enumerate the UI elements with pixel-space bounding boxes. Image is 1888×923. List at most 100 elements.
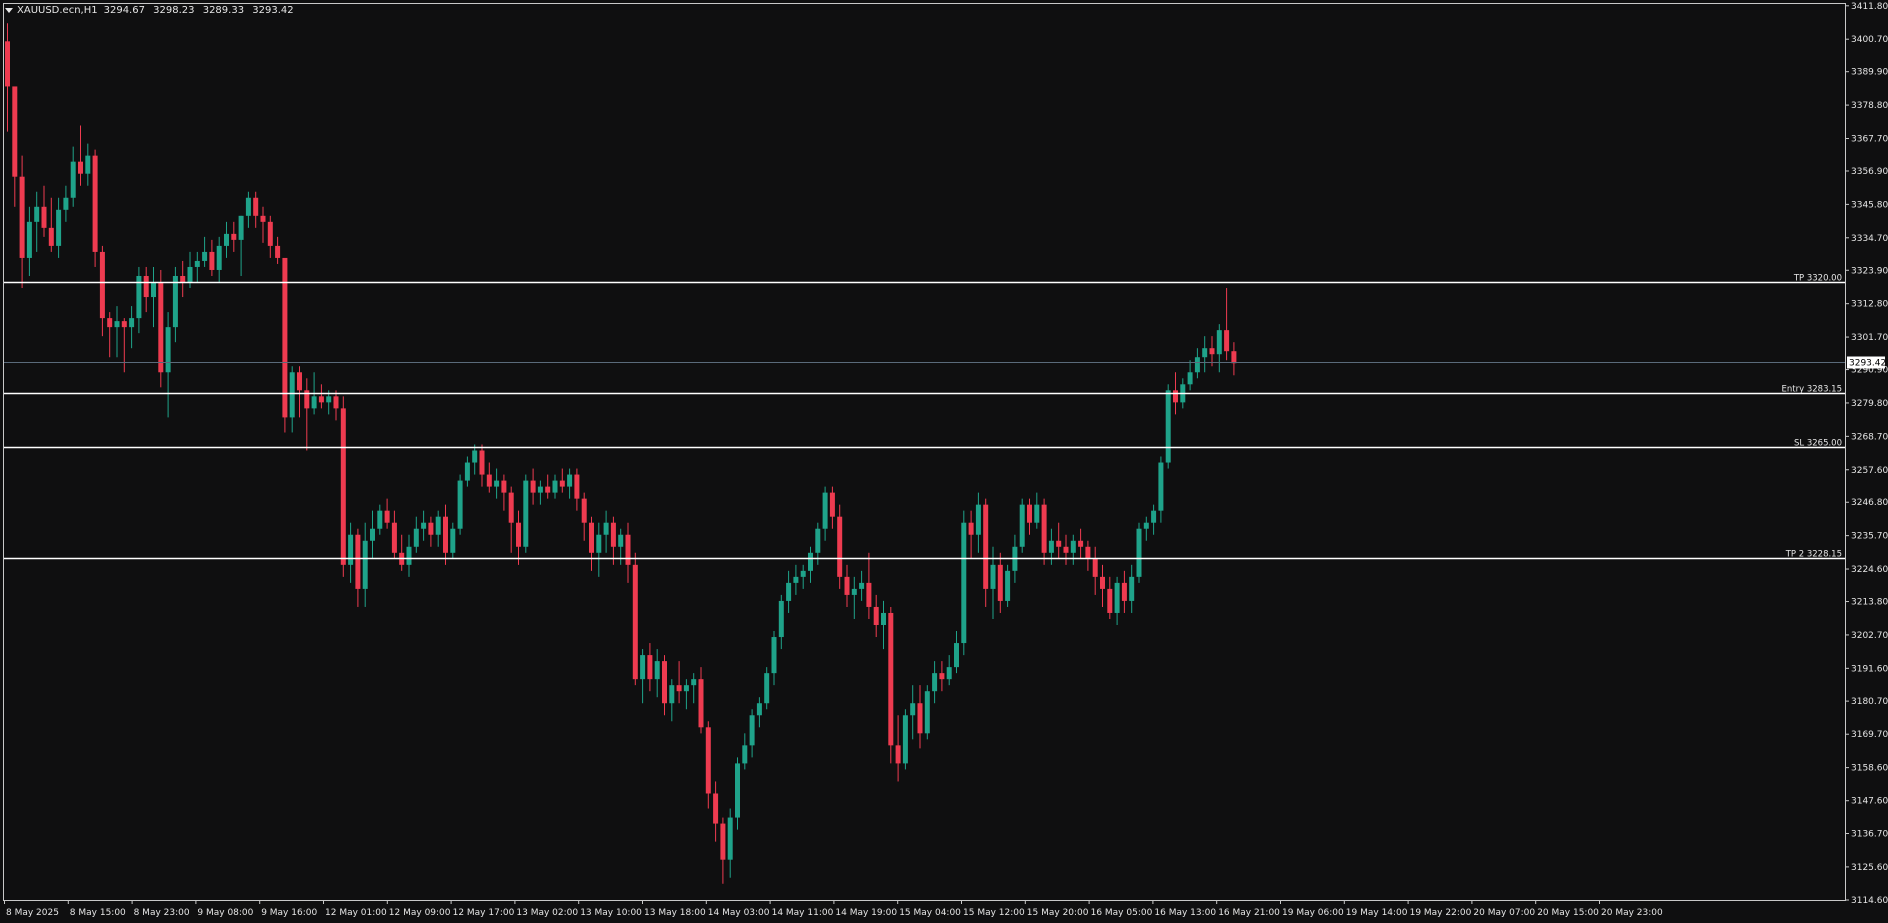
candle — [78, 125, 83, 186]
candle-body — [1165, 390, 1171, 463]
candle — [596, 522, 602, 577]
y-tick-label: 3191.60 — [1851, 664, 1888, 674]
candle-body — [1202, 348, 1208, 358]
candle — [348, 522, 354, 583]
candle-body — [1041, 504, 1047, 553]
candle — [1063, 534, 1069, 565]
candle — [304, 378, 310, 451]
candle — [333, 390, 339, 421]
candle — [1056, 522, 1062, 559]
candle — [1107, 576, 1113, 619]
candle — [202, 236, 208, 267]
candle — [70, 146, 76, 207]
candle-body — [705, 727, 711, 794]
candle — [516, 510, 521, 565]
candle — [895, 715, 901, 782]
candle — [114, 306, 120, 358]
x-tick-label: 15 May 20:00 — [1027, 908, 1089, 918]
candle — [990, 546, 996, 619]
candle — [1224, 288, 1230, 361]
candle — [443, 504, 448, 565]
candle — [713, 781, 719, 842]
candle — [26, 206, 32, 276]
candle-body — [808, 552, 813, 571]
candle-body — [632, 564, 638, 680]
candle-body — [260, 215, 266, 222]
candle-body — [333, 396, 339, 409]
chart-header: XAUUSD.ecn,H1 3294.67 3298.23 3289.33 32… — [5, 3, 299, 17]
candle-body — [406, 546, 412, 565]
y-tick-label: 3114.60 — [1851, 896, 1888, 906]
candle — [662, 655, 667, 716]
dropdown-triangle-icon[interactable] — [5, 7, 13, 13]
x-tick-label: 8 May 2025 — [6, 908, 59, 918]
candle-body — [866, 582, 872, 607]
y-tick-label: 3411.80 — [1851, 2, 1888, 12]
candle-body — [1100, 576, 1105, 589]
candle — [231, 221, 237, 252]
candle-body — [764, 673, 770, 704]
candle-body — [786, 582, 792, 601]
x-tick-label: 12 May 17:00 — [453, 908, 515, 918]
candle-body — [749, 715, 755, 746]
candle-body — [939, 673, 945, 680]
candle-body — [297, 372, 302, 391]
candle — [610, 516, 616, 565]
candle-body — [370, 528, 375, 541]
candle-body — [326, 396, 332, 403]
candle-body — [902, 715, 908, 764]
candle — [1092, 546, 1098, 595]
candle — [975, 492, 981, 553]
candle-body — [691, 679, 697, 686]
candle-body — [464, 462, 470, 481]
candle-body — [516, 522, 521, 547]
candle-body — [603, 522, 609, 535]
candle-body — [1056, 540, 1062, 547]
candle-body — [41, 206, 47, 228]
x-tick-label: 15 May 04:00 — [899, 908, 961, 918]
y-tick-label: 3345.80 — [1851, 200, 1888, 210]
candle-body — [559, 480, 565, 487]
candle-body — [34, 206, 40, 222]
candle — [1048, 528, 1054, 565]
y-tick-label: 3378.80 — [1851, 101, 1888, 111]
candle — [435, 510, 441, 547]
candle-body — [194, 260, 200, 267]
candle — [968, 510, 974, 559]
candle — [501, 474, 507, 511]
candle-body — [545, 486, 551, 493]
candle-body — [121, 321, 127, 328]
candle — [472, 444, 478, 475]
candle — [786, 570, 792, 613]
candle — [983, 498, 989, 607]
candle — [1231, 342, 1237, 376]
candle — [537, 480, 543, 505]
candle-body — [501, 480, 507, 493]
candle-body — [151, 282, 156, 298]
candle — [808, 546, 813, 583]
y-tick-label: 3268.70 — [1851, 432, 1888, 442]
candle-body — [625, 534, 631, 565]
candle — [63, 185, 69, 222]
x-tick-label: 13 May 02:00 — [516, 908, 578, 918]
candle-body — [428, 522, 434, 535]
x-tick-label: 16 May 21:00 — [1218, 908, 1280, 918]
candle — [735, 757, 740, 830]
candle-body — [793, 576, 799, 583]
candle-body — [421, 522, 427, 529]
candle-body — [391, 522, 397, 553]
candle-body — [742, 745, 748, 764]
candle — [640, 649, 646, 704]
candle-body — [99, 251, 105, 319]
candle — [275, 236, 281, 264]
price-chart[interactable]: TP 3320.00 Entry 3283.15 SL 3265.00 TP 2 32… — [0, 0, 1888, 923]
candle — [143, 266, 149, 313]
candle — [756, 697, 762, 728]
candle — [625, 522, 631, 583]
candle — [771, 631, 777, 686]
candle-body — [1136, 528, 1142, 577]
candle — [297, 366, 302, 418]
candle-body — [698, 679, 704, 728]
x-tick-label: 13 May 18:00 — [644, 908, 706, 918]
candle-body — [990, 564, 996, 589]
